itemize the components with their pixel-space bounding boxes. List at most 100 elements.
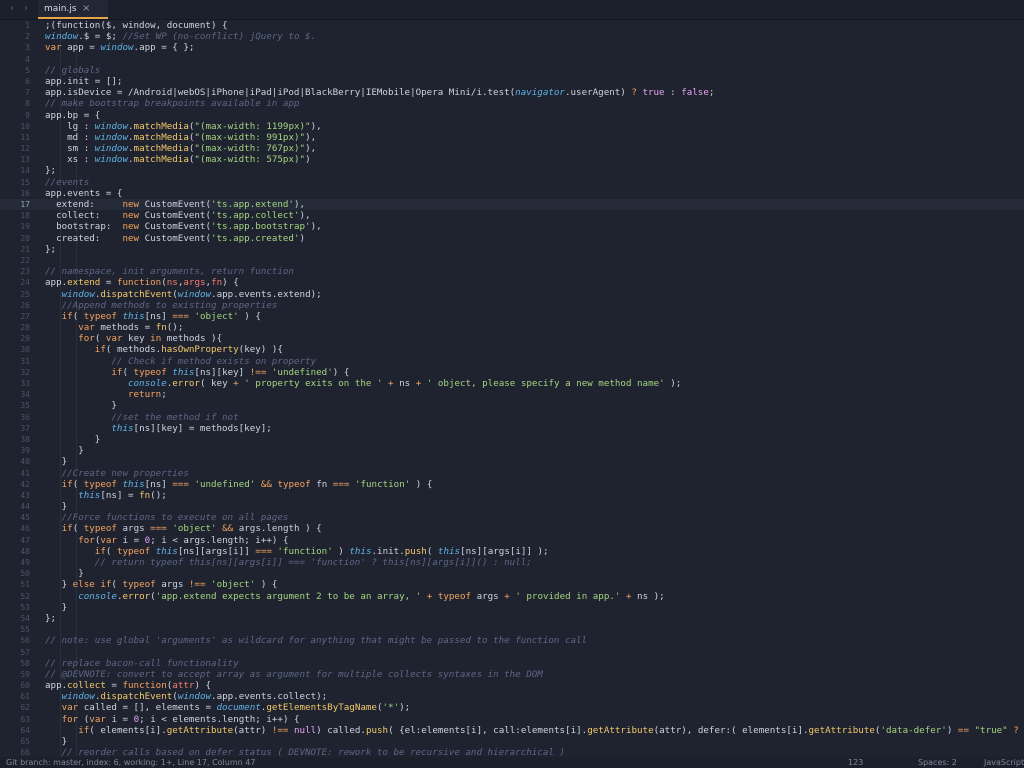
tab-main-js[interactable]: main.js × [38,0,108,19]
back-arrow-icon[interactable]: ‹ [10,3,14,15]
close-icon[interactable]: × [82,3,90,14]
code-line[interactable]: 16 app.events = { [0,188,1024,199]
code-line[interactable]: 62 var called = [], elements = document.… [0,702,1024,713]
code-line[interactable]: 47 for(var i = 0; i < args.length; i++) … [0,535,1024,546]
code-line[interactable]: 11 md : window.matchMedia("(max-width: 9… [0,132,1024,143]
status-syntax[interactable]: JavaScript [984,757,1024,768]
code-line[interactable]: 13 xs : window.matchMedia("(max-width: 5… [0,154,1024,165]
code-line[interactable]: 5 // globals [0,65,1024,76]
code-line[interactable]: 8 // make bootstrap breakpoints available… [0,98,1024,109]
code-line[interactable]: 7 app.isDevice = /Android|webOS|iPhone|iP… [0,87,1024,98]
code-line[interactable]: 48 if( typeof this[ns][args[i]] === 'fun… [0,546,1024,557]
code-token: methods ){ [166,333,223,345]
code-token: !== [249,366,272,378]
code-line[interactable]: 58 // replace bacon-call functionality [0,658,1024,669]
code-token: ( [122,366,134,378]
line-number: 42 [20,479,30,489]
code-line[interactable]: 54}; [0,613,1024,624]
code-line[interactable]: 21}; [0,244,1024,255]
code-token: // globals [45,64,101,76]
code-line[interactable]: 41 //Create new properties [0,468,1024,479]
code-line[interactable]: 53 } [0,602,1024,613]
code-token: matchMedia [133,143,189,155]
code-line[interactable]: 50 } [0,568,1024,579]
code-token: .init. [371,545,405,557]
code-line[interactable]: 31 // Check if method exists on property [0,356,1024,367]
code-line[interactable]: 44 } [0,501,1024,512]
code-token: getAttribute [808,724,875,736]
code-token: window [61,691,95,703]
code-line[interactable]: 6 app.init = []; [0,76,1024,87]
code-token: typeof [83,310,123,322]
code-line[interactable]: 51 } else if( typeof args !== 'object' )… [0,579,1024,590]
code-line[interactable]: 14}; [0,165,1024,176]
code-line[interactable]: 29 for( var key in methods ){ [0,333,1024,344]
code-line[interactable]: 17 extend: new CustomEvent('ts.app.exten… [0,199,1024,211]
code-line[interactable]: 25 window.dispatchEvent(window.app.event… [0,289,1024,300]
code-line[interactable]: 61 window.dispatchEvent(window.app.event… [0,691,1024,702]
code-line[interactable]: 40 } [0,456,1024,467]
code-line[interactable]: 30 if( methods.hasOwnProperty(key) ){ [0,344,1024,355]
code-line[interactable]: 23 // namespace, init arguments, return f… [0,266,1024,277]
code-line[interactable]: 24 app.extend = function(ns,args,fn) { [0,277,1024,288]
code-line[interactable]: 1 ;(function($, window, document) { [0,20,1024,31]
code-line[interactable]: 37 this[ns][key] = methods[key]; [0,423,1024,434]
code-line[interactable]: 57 [0,647,1024,658]
code-text: } [45,568,84,579]
code-token: 'ts.app.extend' [210,199,294,210]
code-line[interactable]: 35 } [0,400,1024,411]
code-line[interactable]: 55 [0,624,1024,635]
code-line[interactable]: 66 // reorder calls based on defer statu… [0,747,1024,757]
code-line[interactable]: 38 } [0,434,1024,445]
code-line[interactable]: 43 this[ns] = fn(); [0,490,1024,501]
code-token: if [94,545,106,557]
code-line[interactable]: 22 [0,255,1024,266]
code-line[interactable]: 4 [0,54,1024,65]
code-line[interactable]: 28 var methods = fn(); [0,322,1024,333]
code-line[interactable]: 59 // @DEVNOTE: convert to accept array a… [0,669,1024,680]
code-line[interactable]: 42 if( typeof this[ns] === 'undefined' &… [0,479,1024,490]
code-token: === [172,310,195,322]
code-line[interactable]: 19 bootstrap: new CustomEvent('ts.app.bo… [0,221,1024,232]
code-line[interactable]: 26 //Append methods to existing properti… [0,300,1024,311]
code-line[interactable]: 12 sm : window.matchMedia("(max-width: 7… [0,143,1024,154]
code-line[interactable]: 10 lg : window.matchMedia("(max-width: 1… [0,121,1024,132]
code-token: args [476,590,505,602]
code-line[interactable]: 33 console.error( key + ' property exits… [0,378,1024,389]
code-token: push [365,724,389,736]
code-line[interactable]: 9 app.bp = { [0,110,1024,121]
line-number: 20 [20,233,30,243]
code-token: // @DEVNOTE: convert to accept array as … [45,668,543,680]
code-line[interactable]: 52 console.error('app.extend expects arg… [0,591,1024,602]
code-line[interactable]: 2 window.$ = $; //Set WP (no-conflict) jQ… [0,31,1024,42]
code-line[interactable]: 39 } [0,445,1024,456]
code-line[interactable]: 45 //Force functions to execute on all p… [0,512,1024,523]
forward-arrow-icon[interactable]: › [24,3,28,15]
code-text: //Create new properties [45,468,189,479]
line-number: 19 [20,222,30,232]
code-token: error [122,590,151,602]
code-text: // Check if method exists on property [45,356,316,367]
code-line[interactable]: 56 // note: use global 'arguments' as wil… [0,635,1024,646]
status-indentation[interactable]: Spaces: 2 [918,757,957,768]
code-line[interactable]: 36 //set the method if not [0,412,1024,423]
code-line[interactable]: 60 app.collect = function(attr) { [0,680,1024,691]
code-token: if [78,724,90,736]
code-line[interactable]: 32 if( typeof this[ns][key] !== 'undefin… [0,367,1024,378]
code-editor[interactable]: 1 ;(function($, window, document) {2 windo… [0,20,1024,757]
code-line[interactable]: 15 //events [0,177,1024,188]
code-line[interactable]: 18 collect: new CustomEvent('ts.app.coll… [0,210,1024,221]
code-token: getElementsByTagName [266,702,377,714]
code-line[interactable]: 20 created: new CustomEvent('ts.app.crea… [0,233,1024,244]
code-line[interactable]: 49 // return typeof this[ns][args[i]] ==… [0,557,1024,568]
code-line[interactable]: 34 return; [0,389,1024,400]
code-line[interactable]: 46 if( typeof args === 'object' && args.… [0,523,1024,534]
code-token: ; i < elements.length; i++) { [139,713,300,725]
code-line[interactable]: 63 for (var i = 0; i < elements.length; … [0,714,1024,725]
code-token: matchMedia [133,120,189,132]
code-line[interactable]: 65 } [0,736,1024,747]
code-token: //Force functions to execute on all page… [61,512,289,524]
code-line[interactable]: 27 if( typeof this[ns] === 'object' ) { [0,311,1024,322]
code-line[interactable]: 3 var app = window.app = { }; [0,42,1024,53]
code-line[interactable]: 64 if( elements[i].getAttribute(attr) !=… [0,725,1024,736]
